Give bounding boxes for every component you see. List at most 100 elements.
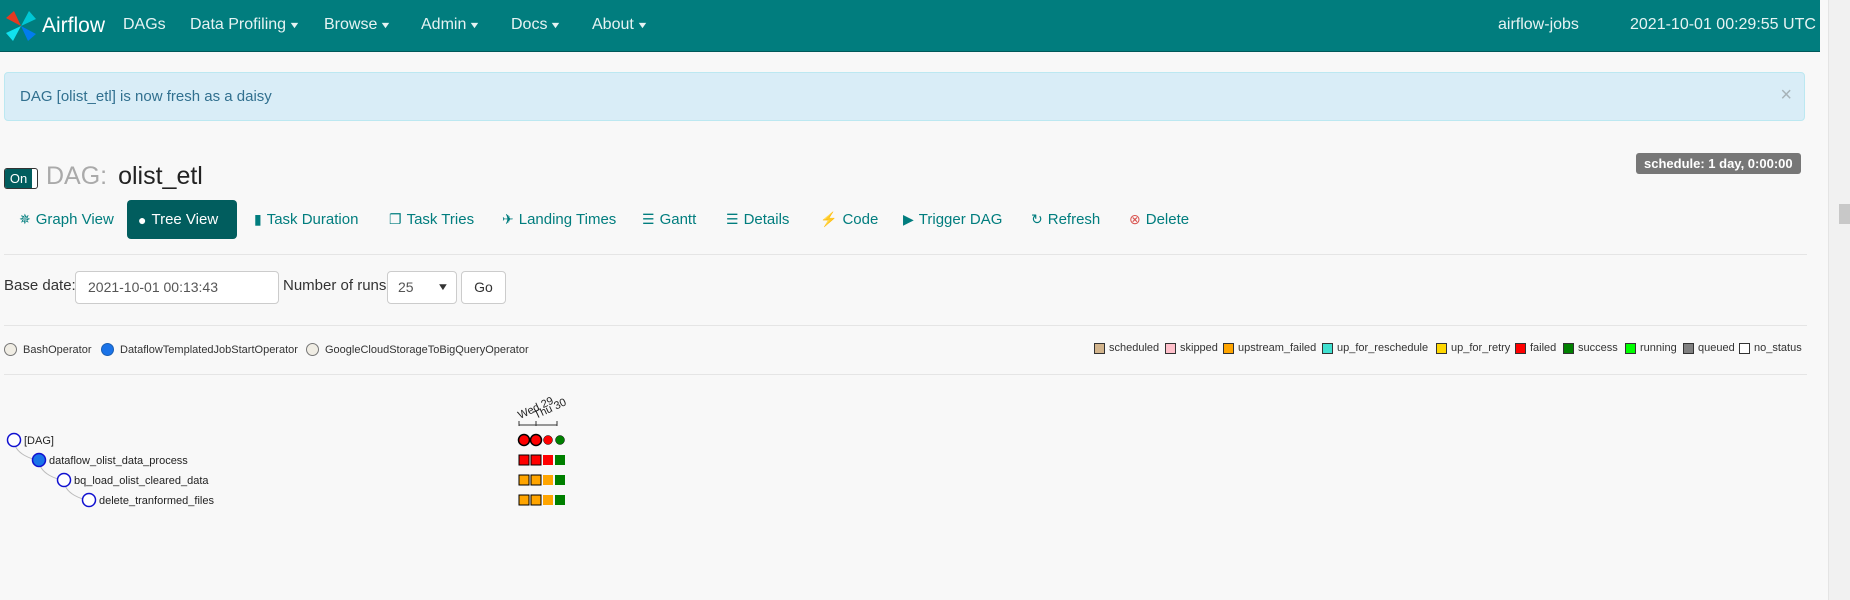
- legend-label: GoogleCloudStorageToBigQueryOperator: [325, 343, 529, 356]
- play-circle-icon: ▶: [903, 211, 914, 227]
- tab-tree-view[interactable]: ● Tree View: [127, 200, 237, 239]
- dag-run-circle[interactable]: [517, 433, 531, 447]
- state-swatch: [1739, 342, 1750, 354]
- dag-name: olist_etl: [118, 162, 203, 190]
- tab-delete[interactable]: ⊗ Delete: [1118, 200, 1200, 239]
- tree-icon: ●: [138, 211, 147, 228]
- task-instance-square[interactable]: [543, 455, 553, 465]
- task-label[interactable]: [DAG]: [24, 435, 54, 447]
- nav-browse-label: Browse: [324, 16, 378, 33]
- dag-run-circle[interactable]: [543, 435, 553, 445]
- alert-message: DAG [olist_etl] is now fresh as a daisy: [20, 88, 272, 105]
- state-label: up_for_reschedule: [1337, 342, 1429, 354]
- nav-about[interactable]: About ▼: [592, 16, 649, 34]
- scrollbar-thumb[interactable]: [1839, 204, 1850, 224]
- list-icon: ☰: [726, 211, 739, 227]
- nav-data-profiling-label: Data Profiling: [190, 16, 287, 33]
- task-instance-square[interactable]: [530, 474, 542, 486]
- state-queued: queued: [1683, 342, 1735, 354]
- schedule-badge: schedule: 1 day, 0:00:00: [1636, 153, 1801, 174]
- task-instance-square[interactable]: [555, 475, 565, 485]
- divider: [4, 254, 1807, 255]
- num-runs-select[interactable]: 25 ▼: [387, 271, 457, 304]
- tab-gantt[interactable]: ☰ Gantt: [631, 200, 707, 239]
- dag-title-prefix: DAG:: [46, 162, 108, 190]
- task-instance-square[interactable]: [543, 475, 553, 485]
- tree-node[interactable]: [6, 432, 22, 448]
- task-label[interactable]: dataflow_olist_data_process: [49, 455, 188, 467]
- tab-code[interactable]: ⚡ Code: [809, 200, 889, 239]
- divider: [4, 374, 1807, 375]
- dag-pause-toggle[interactable]: On: [4, 168, 38, 189]
- task-instance-square[interactable]: [530, 454, 542, 466]
- state-label: upstream_failed: [1238, 342, 1317, 354]
- task-instance-square[interactable]: [518, 454, 530, 466]
- page-scrollbar[interactable]: [1828, 0, 1850, 600]
- state-swatch: [1683, 342, 1694, 354]
- go-button[interactable]: Go: [461, 271, 506, 304]
- nav-admin[interactable]: Admin ▼: [421, 16, 481, 34]
- utc-clock: 2021-10-01 00:29:55 UTC: [1630, 16, 1816, 33]
- task-label[interactable]: delete_tranformed_files: [99, 495, 214, 507]
- toggle-on-label: On: [5, 169, 32, 188]
- task-instance-square[interactable]: [555, 455, 565, 465]
- airflow-brand[interactable]: Airflow: [4, 9, 105, 43]
- tree-node[interactable]: [31, 452, 47, 468]
- state-swatch: [1563, 342, 1574, 354]
- tab-task-duration[interactable]: ▮ Task Duration: [243, 200, 369, 239]
- nav-dags-label: DAGs: [123, 16, 166, 33]
- task-instance-square[interactable]: [518, 494, 530, 506]
- runs-label: Number of runs:: [283, 277, 391, 294]
- task-instance-square[interactable]: [530, 494, 542, 506]
- num-runs-value: 25: [398, 279, 414, 295]
- task-instance-square[interactable]: [543, 495, 553, 505]
- nav-docs[interactable]: Docs ▼: [511, 16, 563, 34]
- tree-node[interactable]: [81, 492, 97, 508]
- tab-graph-view[interactable]: ✵ Graph View: [8, 200, 125, 239]
- chevron-down-icon: ▼: [436, 282, 450, 293]
- nav-dags[interactable]: DAGs: [123, 16, 166, 34]
- plane-icon: ✈: [502, 211, 514, 227]
- nav-data-profiling[interactable]: Data Profiling ▼: [190, 16, 301, 34]
- airflow-pinwheel-icon: [6, 11, 36, 41]
- dag-run-circle[interactable]: [555, 435, 565, 445]
- base-date-input[interactable]: 2021-10-01 00:13:43: [75, 271, 279, 304]
- refresh-icon: ↻: [1031, 211, 1043, 227]
- dag-run-circle[interactable]: [529, 433, 543, 447]
- task-instance-square[interactable]: [518, 474, 530, 486]
- state-label: running: [1640, 342, 1677, 354]
- state-up-for-retry: up_for_retry: [1436, 342, 1510, 354]
- info-alert: DAG [olist_etl] is now fresh as a daisy …: [4, 72, 1805, 121]
- task-label[interactable]: bq_load_olist_cleared_data: [74, 475, 209, 487]
- state-label: success: [1578, 342, 1618, 354]
- nav-docs-label: Docs: [511, 16, 548, 33]
- tree-node[interactable]: [56, 472, 72, 488]
- state-failed: failed: [1515, 342, 1556, 354]
- tab-trigger-dag[interactable]: ▶ Trigger DAG: [892, 200, 1013, 239]
- nav-browse[interactable]: Browse ▼: [324, 16, 393, 34]
- legend-dot: [306, 343, 319, 356]
- close-icon[interactable]: ×: [1780, 84, 1792, 107]
- chevron-down-icon: ▼: [379, 20, 393, 30]
- state-scheduled: scheduled: [1094, 342, 1159, 354]
- tab-refresh[interactable]: ↻ Refresh: [1020, 200, 1111, 239]
- tab-label: Landing Times: [518, 211, 617, 228]
- legend-dot: [101, 343, 114, 356]
- nav-about-label: About: [592, 16, 634, 33]
- legend-dataflow-operator: DataflowTemplatedJobStartOperator: [101, 343, 298, 356]
- tab-landing-times[interactable]: ✈ Landing Times: [491, 200, 627, 239]
- tab-details[interactable]: ☰ Details: [715, 200, 800, 239]
- tab-label: Trigger DAG: [918, 211, 1003, 228]
- task-instance-square[interactable]: [555, 495, 565, 505]
- tab-label: Refresh: [1047, 211, 1101, 228]
- nav-admin-label: Admin: [421, 16, 467, 33]
- state-running: running: [1625, 342, 1677, 354]
- divider: [4, 325, 1807, 326]
- state-swatch: [1436, 342, 1447, 354]
- chevron-down-icon: ▼: [636, 20, 649, 30]
- state-label: scheduled: [1109, 342, 1160, 354]
- legend-dot: [4, 343, 17, 356]
- base-date-label: Base date:: [4, 277, 76, 294]
- chevron-down-icon: ▼: [549, 20, 563, 30]
- tab-task-tries[interactable]: ❐ Task Tries: [378, 200, 485, 239]
